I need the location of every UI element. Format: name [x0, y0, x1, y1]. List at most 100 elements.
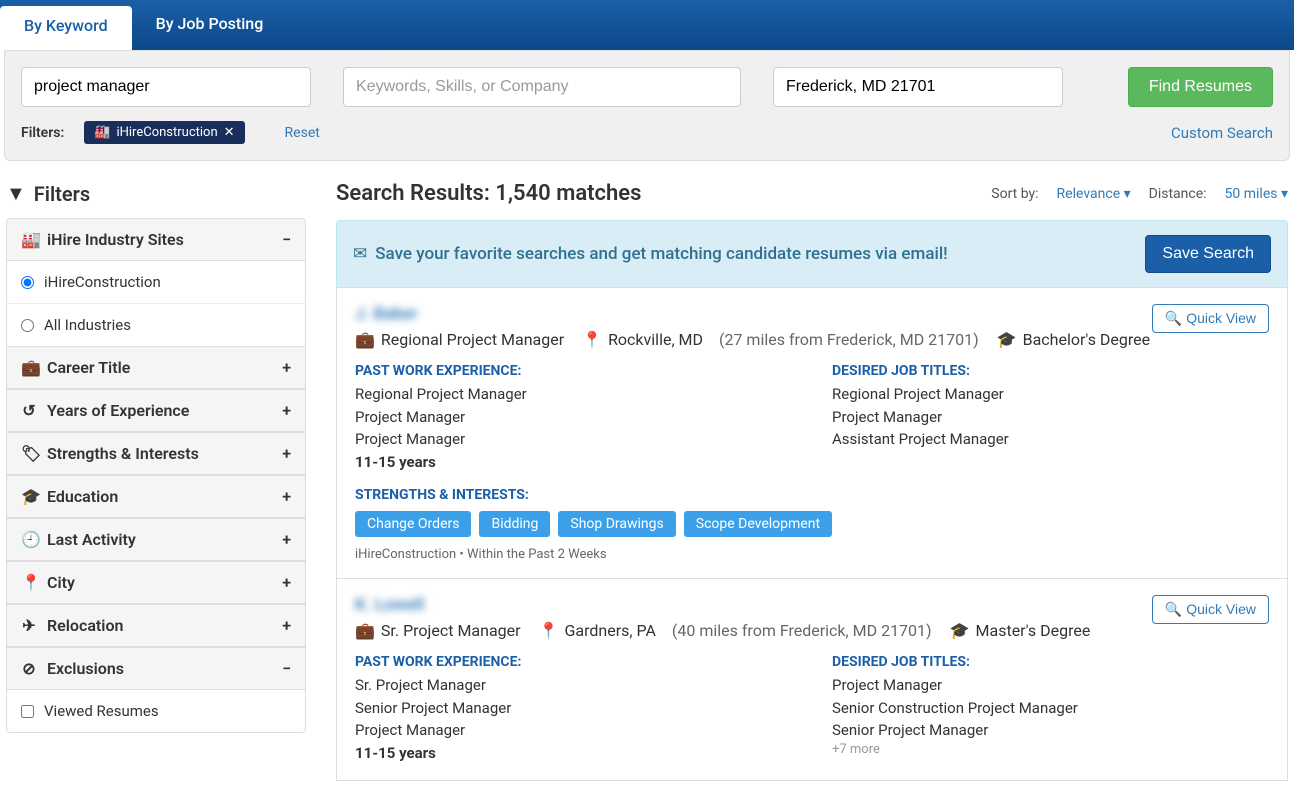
last-activity-header[interactable]: 🕘Last Activity + [7, 518, 305, 561]
filter-tag-text: iHireConstruction [116, 125, 217, 140]
strengths-label: STRENGTHS & INTERESTS: [355, 487, 1269, 503]
candidate-name-link[interactable]: J. Baker [355, 304, 418, 324]
graduation-cap-icon: 🎓 [21, 487, 37, 506]
tag-icon: 🏷 [21, 444, 37, 463]
collapse-icon: − [282, 230, 291, 249]
briefcase-icon: 💼 [355, 330, 375, 349]
map-pin-icon: 📍 [582, 330, 602, 349]
candidate-title: 💼 Sr. Project Manager [355, 621, 521, 640]
custom-search-link[interactable]: Custom Search [1171, 124, 1273, 142]
briefcase-icon: 💼 [21, 358, 37, 377]
tab-by-keyword[interactable]: By Keyword [0, 6, 132, 50]
ban-icon: ⊘ [21, 659, 37, 678]
past-exp-label: PAST WORK EXPERIENCE: [355, 654, 792, 670]
chevron-down-icon: ▾ [1281, 186, 1288, 202]
strength-tag[interactable]: Scope Development [684, 511, 832, 537]
result-card: 🔍 Quick View K. Lowell 💼 Sr. Project Man… [336, 579, 1288, 781]
industry-option-all[interactable]: All Industries [7, 304, 305, 346]
past-exp-item: Sr. Project Manager [355, 674, 792, 697]
distance-dropdown[interactable]: 50 miles ▾ [1225, 186, 1288, 202]
map-pin-icon: 📍 [21, 573, 37, 592]
graduation-cap-icon: 🎓 [950, 621, 970, 640]
strengths-header[interactable]: 🏷Strengths & Interests + [7, 432, 305, 475]
desired-title-item: Project Manager [832, 406, 1269, 429]
graduation-cap-icon: 🎓 [997, 330, 1017, 349]
search-area: Find Resumes Filters: 🏭 iHireConstructio… [4, 50, 1290, 161]
chevron-down-icon: ▾ [1124, 186, 1131, 202]
strength-tag[interactable]: Shop Drawings [558, 511, 675, 537]
reset-filters-link[interactable]: Reset [285, 125, 320, 141]
industry-sites-header[interactable]: 🏭iHire Industry Sites − [7, 219, 305, 261]
history-icon: ↺ [21, 401, 37, 420]
exclusions-header[interactable]: ⊘Exclusions − [7, 647, 305, 690]
active-filter-tag[interactable]: 🏭 iHireConstruction ✕ [84, 121, 244, 144]
desired-titles-label: DESIRED JOB TITLES: [832, 363, 1269, 379]
results-title: Search Results: 1,540 matches [336, 181, 641, 206]
relocation-header[interactable]: ✈Relocation + [7, 604, 305, 647]
save-search-banner: ✉ Save your favorite searches and get ma… [336, 220, 1288, 288]
results-content: Search Results: 1,540 matches Sort by: R… [336, 181, 1288, 781]
industry-option-construction[interactable]: iHireConstruction [7, 261, 305, 304]
candidate-degree: 🎓 Master's Degree [950, 621, 1091, 640]
map-pin-icon: 📍 [539, 621, 559, 640]
desired-more-link[interactable]: +7 more [832, 742, 1269, 757]
expand-icon: + [282, 358, 291, 377]
sort-by-label: Sort by: [991, 186, 1038, 202]
distance-label: Distance: [1149, 186, 1207, 202]
clock-icon: 🕘 [21, 530, 37, 549]
filter-funnel-icon: ▼ [6, 181, 26, 206]
top-tab-bar: By Keyword By Job Posting [0, 0, 1294, 50]
past-exp-item: Senior Project Manager [355, 697, 792, 720]
expand-icon: + [282, 530, 291, 549]
candidate-location: 📍 Gardners, PA (40 miles from Frederick,… [539, 621, 932, 640]
viewed-resumes-checkbox[interactable]: Viewed Resumes [7, 690, 305, 732]
candidate-name-link[interactable]: K. Lowell [355, 595, 424, 615]
result-footer-meta: iHireConstruction • Within the Past 2 We… [355, 547, 1269, 562]
education-header[interactable]: 🎓Education + [7, 475, 305, 518]
expand-icon: + [282, 616, 291, 635]
find-resumes-button[interactable]: Find Resumes [1128, 67, 1273, 107]
strength-tag[interactable]: Change Orders [355, 511, 471, 537]
desired-title-item: Senior Construction Project Manager [832, 697, 1269, 720]
expand-icon: + [282, 401, 291, 420]
candidate-degree: 🎓 Bachelor's Degree [997, 330, 1150, 349]
desired-title-item: Regional Project Manager [832, 383, 1269, 406]
quick-view-button[interactable]: 🔍 Quick View [1152, 304, 1269, 333]
desired-title-item: Senior Project Manager [832, 719, 1269, 742]
candidate-title: 💼 Regional Project Manager [355, 330, 564, 349]
years-experience: 11-15 years [355, 451, 792, 474]
years-experience: 11-15 years [355, 742, 792, 765]
past-exp-item: Project Manager [355, 406, 792, 429]
filters-sidebar: ▼ Filters 🏭iHire Industry Sites − iHireC… [6, 181, 306, 781]
result-card: 🔍 Quick View J. Baker 💼 Regional Project… [336, 288, 1288, 579]
keyword-input[interactable] [21, 67, 311, 107]
career-title-header[interactable]: 💼Career Title + [7, 346, 305, 389]
desired-title-item: Assistant Project Manager [832, 428, 1269, 451]
search-plus-icon: 🔍 [1165, 310, 1182, 326]
desired-title-item: Project Manager [832, 674, 1269, 697]
filters-heading: ▼ Filters [6, 181, 306, 206]
filters-label: Filters: [21, 125, 64, 141]
years-experience-header[interactable]: ↺Years of Experience + [7, 389, 305, 432]
save-search-button[interactable]: Save Search [1145, 235, 1271, 273]
plane-icon: ✈ [21, 616, 37, 635]
sort-by-dropdown[interactable]: Relevance ▾ [1057, 186, 1131, 202]
tab-by-posting[interactable]: By Job Posting [132, 0, 288, 50]
desired-titles-label: DESIRED JOB TITLES: [832, 654, 1269, 670]
filters-panel: 🏭iHire Industry Sites − iHireConstructio… [6, 218, 306, 733]
strength-tag[interactable]: Bidding [479, 511, 550, 537]
past-exp-item: Regional Project Manager [355, 383, 792, 406]
expand-icon: + [282, 573, 291, 592]
past-exp-item: Project Manager [355, 428, 792, 451]
location-input[interactable] [773, 67, 1063, 107]
city-header[interactable]: 📍City + [7, 561, 305, 604]
search-plus-icon: 🔍 [1165, 601, 1182, 617]
industry-icon: 🏭 [94, 125, 110, 140]
banner-text: Save your favorite searches and get matc… [375, 244, 947, 264]
remove-filter-icon[interactable]: ✕ [224, 125, 235, 140]
quick-view-button[interactable]: 🔍 Quick View [1152, 595, 1269, 624]
extra-keywords-input[interactable] [343, 67, 741, 107]
past-exp-label: PAST WORK EXPERIENCE: [355, 363, 792, 379]
past-exp-item: Project Manager [355, 719, 792, 742]
expand-icon: + [282, 444, 291, 463]
